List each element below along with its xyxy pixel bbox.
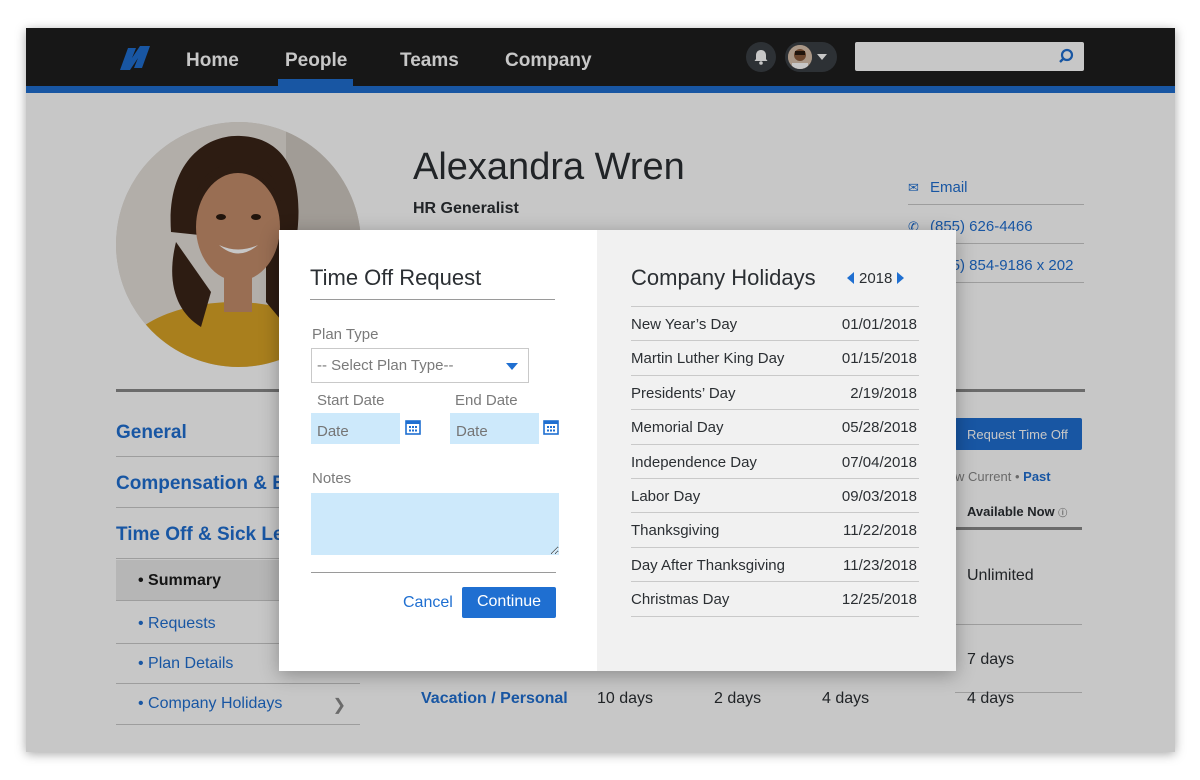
holiday-date: 11/22/2018 (843, 522, 917, 540)
holiday-name: New Year’s Day (631, 316, 738, 333)
notes-textarea[interactable] (311, 493, 559, 555)
holiday-name: Christmas Day (631, 591, 730, 609)
plan-type-label: Plan Type (312, 326, 379, 343)
continue-button[interactable]: Continue (462, 587, 556, 618)
holiday-name: Memorial Day (631, 419, 724, 437)
previous-year-icon[interactable] (847, 272, 854, 284)
app-window: Home People Teams Company Alexandra Wren… (26, 28, 1175, 752)
holidays-title: Company Holidays (631, 265, 816, 290)
holiday-row: Independence Day 07/04/2018 (631, 445, 919, 479)
start-date-input[interactable] (311, 413, 400, 444)
start-date-label: Start Date (317, 392, 385, 409)
holiday-name: Independence Day (631, 453, 757, 471)
holiday-table: New Year’s Day 01/01/2018 Martin Luther Ki… (631, 306, 919, 617)
year-label: 2018 (859, 270, 893, 287)
holiday-date: 12/25/2018 (841, 591, 917, 609)
holiday-name: Day After Thanksgiving (631, 556, 785, 574)
holiday-row: Day After Thanksgiving 11/23/2018 (631, 548, 919, 583)
holiday-row: Presidents’ Day 2/19/2018 (631, 376, 919, 411)
holiday-name: Labor Day (631, 487, 701, 505)
request-form-panel: Time Off Request Plan Type -- Select Pla… (279, 230, 597, 671)
next-year-icon[interactable] (897, 272, 905, 284)
holiday-date: 01/01/2018 (841, 316, 917, 333)
holiday-date: 01/15/2018 (841, 350, 917, 368)
chevron-down-icon (506, 363, 518, 370)
holiday-date: 09/03/2018 (841, 487, 917, 505)
holiday-row: Labor Day 09/03/2018 (631, 479, 919, 514)
holiday-row: New Year’s Day 01/01/2018 (631, 307, 919, 342)
calendar-icon[interactable] (543, 419, 559, 435)
end-date-label: End Date (455, 392, 518, 409)
modal-divider (311, 572, 556, 573)
holiday-date: 07/04/2018 (841, 453, 917, 471)
notes-label: Notes (312, 470, 352, 487)
holiday-name: Presidents’ Day (631, 384, 736, 402)
modal-title: Time Off Request (310, 265, 555, 300)
holiday-name: Martin Luther King Day (631, 350, 785, 368)
holiday-date: 2/19/2018 (850, 384, 917, 402)
holiday-date: 11/23/2018 (843, 556, 917, 574)
holiday-row: Christmas Day 12/25/2018 (631, 582, 919, 617)
time-off-request-modal: Time Off Request Plan Type -- Select Pla… (279, 230, 956, 671)
holiday-row: Martin Luther King Day 01/15/2018 (631, 341, 919, 376)
calendar-icon[interactable] (405, 419, 421, 435)
plan-type-select[interactable]: -- Select Plan Type-- (311, 348, 529, 383)
holiday-date: 05/28/2018 (841, 419, 917, 437)
holiday-row: Memorial Day 05/28/2018 (631, 410, 919, 445)
holiday-name: Thanksgiving (631, 522, 720, 540)
end-date-input[interactable] (450, 413, 539, 444)
year-selector: 2018 (847, 270, 905, 287)
cancel-button[interactable]: Cancel (403, 594, 453, 612)
company-holidays-panel: Company Holidays 2018 New Year’s Day 01/0… (597, 230, 956, 671)
holiday-row: Thanksgiving 11/22/2018 (631, 513, 919, 548)
plan-type-value: -- Select Plan Type-- (317, 357, 454, 374)
